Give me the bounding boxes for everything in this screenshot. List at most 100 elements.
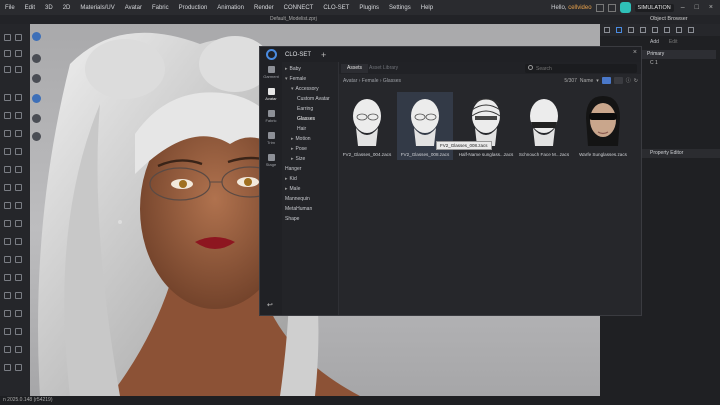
menu-materials[interactable]: Materials/UV bbox=[75, 5, 119, 11]
tab-assets[interactable]: Assets bbox=[341, 64, 369, 73]
info-icon[interactable]: ⓘ bbox=[626, 77, 631, 84]
close-icon[interactable]: × bbox=[706, 4, 716, 11]
back-arrow-icon[interactable] bbox=[652, 27, 658, 33]
nav-garment[interactable]: Garment bbox=[262, 66, 280, 79]
primary-selector[interactable]: Primary bbox=[642, 50, 716, 59]
tree-item-accessory[interactable]: ▾ Accessory bbox=[291, 86, 319, 92]
fit-map-icon[interactable] bbox=[4, 220, 11, 227]
button-tool-icon[interactable] bbox=[4, 130, 11, 137]
elastic-tool-icon[interactable] bbox=[15, 184, 22, 191]
render-tool-icon[interactable] bbox=[15, 274, 22, 281]
menu-settings[interactable]: Settings bbox=[384, 5, 416, 11]
pin-tool-icon[interactable] bbox=[15, 50, 22, 57]
menu-production[interactable]: Production bbox=[174, 5, 213, 11]
select-tool-icon[interactable] bbox=[4, 34, 11, 41]
list-view-icon[interactable] bbox=[613, 77, 623, 84]
maximize-icon[interactable]: □ bbox=[692, 4, 702, 11]
tab-asset-library[interactable]: Asset Library bbox=[369, 64, 398, 73]
asset-card[interactable]: FV2_Glasses_004.zacs bbox=[339, 92, 395, 160]
tree-item-motion[interactable]: ▸ Motion bbox=[291, 136, 311, 142]
refresh-icon[interactable]: ↻ bbox=[634, 78, 638, 84]
grid-view-icon[interactable] bbox=[601, 77, 611, 84]
notification-icon[interactable] bbox=[595, 3, 604, 12]
tree-item-hair[interactable]: Hair bbox=[297, 126, 306, 132]
asset-card[interactable]: Warfe Sunglasses.zacs bbox=[575, 92, 631, 160]
sew-tool-icon[interactable] bbox=[4, 112, 11, 119]
menu-animation[interactable]: Animation bbox=[212, 5, 249, 11]
tree-item-shape[interactable]: Shape bbox=[285, 216, 299, 222]
camera-tool-icon[interactable] bbox=[15, 256, 22, 263]
back-icon[interactable]: ↩ bbox=[267, 301, 273, 309]
light-tool-icon[interactable] bbox=[4, 274, 11, 281]
segment-tool-icon[interactable] bbox=[15, 112, 22, 119]
menu-plugins[interactable]: Plugins bbox=[354, 5, 384, 11]
nav-trim[interactable]: Trim bbox=[262, 132, 280, 145]
nav-fabric[interactable]: Fabric bbox=[262, 110, 280, 123]
tree-item-custom-avatar[interactable]: Custom Avatar bbox=[297, 96, 330, 102]
clo-close-icon[interactable]: × bbox=[633, 49, 637, 56]
tree-item-earring[interactable]: Earring bbox=[297, 106, 313, 112]
sync-icon[interactable] bbox=[676, 27, 682, 33]
symmetry-tool-icon[interactable] bbox=[15, 328, 22, 335]
tape-tool-icon[interactable] bbox=[4, 184, 11, 191]
texture-tool-icon[interactable] bbox=[15, 94, 22, 101]
forward-arrow-icon[interactable] bbox=[664, 27, 670, 33]
menu-edit[interactable]: Edit bbox=[20, 5, 40, 11]
clo-app-icon[interactable] bbox=[619, 2, 631, 13]
nav-stage[interactable]: Stage bbox=[262, 154, 280, 167]
list-icon[interactable] bbox=[604, 27, 610, 33]
fabric-icon[interactable] bbox=[640, 27, 646, 33]
pattern-tool-icon[interactable] bbox=[4, 310, 11, 317]
search-input[interactable] bbox=[536, 64, 631, 73]
zipper-tool-icon[interactable] bbox=[15, 130, 22, 137]
minimize-icon[interactable]: – bbox=[678, 4, 688, 11]
tree-item-mannequin[interactable]: Mannequin bbox=[285, 196, 310, 202]
tree-item-glasses[interactable]: Glasses bbox=[297, 116, 315, 122]
more-icon[interactable] bbox=[688, 27, 694, 33]
brush-tool-icon[interactable] bbox=[4, 94, 11, 101]
user-name[interactable]: cellvideo bbox=[568, 5, 591, 11]
tree-item-male[interactable]: ▸ Male bbox=[285, 186, 300, 192]
snapshot-tool-icon[interactable] bbox=[4, 256, 11, 263]
graphic-tool-icon[interactable] bbox=[15, 148, 22, 155]
sort-chevron-icon[interactable]: ▾ bbox=[596, 78, 599, 84]
menu-connect[interactable]: CONNECT bbox=[279, 5, 319, 11]
fabric-tool-icon[interactable] bbox=[15, 238, 22, 245]
tree-item-size[interactable]: ▸ Size bbox=[291, 156, 305, 162]
transform-tool-icon[interactable] bbox=[4, 50, 11, 57]
hanger-tool-icon[interactable] bbox=[4, 292, 11, 299]
menu-fabric[interactable]: Fabric bbox=[147, 5, 174, 11]
tree-item-female[interactable]: ▾ Female bbox=[285, 76, 306, 82]
puckering-tool-icon[interactable] bbox=[15, 166, 22, 173]
menu-clo-set[interactable]: CLO-SET bbox=[318, 5, 354, 11]
tree-item-kid[interactable]: ▸ Kid bbox=[285, 176, 297, 182]
new-tab-plus-icon[interactable]: + bbox=[321, 50, 326, 60]
edit-button[interactable]: Edit bbox=[669, 39, 678, 45]
fold-tool-icon[interactable] bbox=[15, 66, 22, 73]
arrange-tool-icon[interactable] bbox=[4, 66, 11, 73]
avatar-measure-icon[interactable] bbox=[4, 202, 11, 209]
menu-render[interactable]: Render bbox=[249, 5, 279, 11]
garment-icon[interactable] bbox=[628, 27, 634, 33]
trim-tool-icon[interactable] bbox=[4, 148, 11, 155]
layer-tool-icon[interactable] bbox=[4, 328, 11, 335]
asset-card[interactable]: Schnouch Face M...zacs bbox=[516, 92, 572, 160]
strain-map-icon[interactable] bbox=[15, 220, 22, 227]
menu-2d[interactable]: 2D bbox=[58, 5, 76, 11]
tree-item-metahuman[interactable]: MetaHuman bbox=[285, 206, 312, 212]
menu-help[interactable]: Help bbox=[416, 5, 438, 11]
shape-tool-icon[interactable] bbox=[15, 292, 22, 299]
file-tab[interactable]: Default_Modelist.zprj bbox=[270, 15, 317, 24]
menu-file[interactable]: File bbox=[0, 5, 20, 11]
tree-item-baby[interactable]: ▸ Baby bbox=[285, 66, 301, 72]
move-tool-icon[interactable] bbox=[15, 34, 22, 41]
lock-tool-icon[interactable] bbox=[4, 346, 11, 353]
topstitch-tool-icon[interactable] bbox=[4, 166, 11, 173]
nav-avatar[interactable]: Avatar bbox=[262, 88, 280, 101]
settings-icon[interactable] bbox=[607, 3, 616, 12]
annotation-tool-icon[interactable] bbox=[4, 238, 11, 245]
add-button[interactable]: Add bbox=[650, 39, 659, 45]
mode-selector[interactable]: SIMULATION bbox=[634, 3, 674, 12]
show-tool-icon[interactable] bbox=[15, 364, 22, 371]
menu-avatar[interactable]: Avatar bbox=[120, 5, 147, 11]
